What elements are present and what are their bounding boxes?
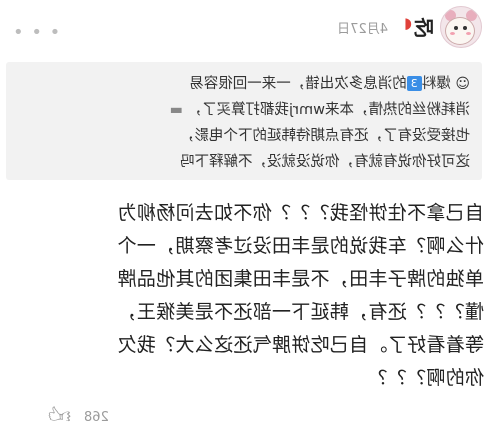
topic-tag-icon: 3 <box>406 76 422 91</box>
comment-line: 等着看好了。自己吃饼脾气还这么大？我欠 <box>117 334 484 356</box>
like-count: 268 <box>84 410 109 425</box>
ellipsis-icon[interactable]: • • • <box>12 22 60 43</box>
comment-line: 你的啊？？？ <box>368 367 484 389</box>
watermelon-icon: ◖ <box>404 14 412 32</box>
avatar-blush-right <box>450 32 455 35</box>
comment-line: 自己拿不住饼怪我？？？你不如去问杨柳为 <box>117 202 484 224</box>
username[interactable]: 吃 <box>414 12 434 41</box>
quote-line: 这可好你说有就有，你说没就没，不解释下吗 <box>180 154 470 170</box>
avatar-eye-right <box>454 26 458 30</box>
comment-line: 单独的牌子丰田，不是丰田集团的其他品牌 <box>117 268 484 290</box>
quoted-comment[interactable]: ☺ 爆料3的消息多次出错，一来一回很容易 消耗粉丝的热情，本来wmrj我都打算买… <box>6 62 482 180</box>
avatar-blush-left <box>466 32 471 35</box>
mirrored-screenshot: 吃 ◖ 4月27日 • • • ☺ 爆料3的消息多次出错，一来一回很容易 消耗粉… <box>0 0 496 447</box>
quote-line: 消耗粉丝的热情，本来wmrj我都打算买了， ▬ <box>170 98 470 119</box>
comment-line: 什么啊？车我说的是丰田没过考察期，一个 <box>117 235 484 257</box>
avatar-eye-left <box>463 26 467 30</box>
post-header: 吃 ◖ 4月27日 • • • <box>0 0 496 60</box>
avatar-face <box>445 17 475 45</box>
quote-line: 也接受没有了，还有点期待韩延的下个电影， <box>180 128 470 144</box>
avatar[interactable] <box>440 6 482 48</box>
laughing-emoji-icon: ☺ <box>455 76 470 92</box>
post-time: 4月27日 <box>337 22 388 37</box>
thumbs-up-icon[interactable]: 👍︎ <box>48 402 71 429</box>
comment-line: 懂？？？还有，韩延下一部还不是美猴王， <box>117 301 484 323</box>
quote-line: ☺ 爆料3的消息多次出错，一来一回很容易 <box>189 72 470 93</box>
quote-line-text: 消耗粉丝的热情，本来wmrj我都打算买了， <box>187 102 470 118</box>
quote-line-text: 爆料3的消息多次出错，一来一回很容易 <box>189 76 451 92</box>
car-icon: ▬ <box>169 102 183 118</box>
